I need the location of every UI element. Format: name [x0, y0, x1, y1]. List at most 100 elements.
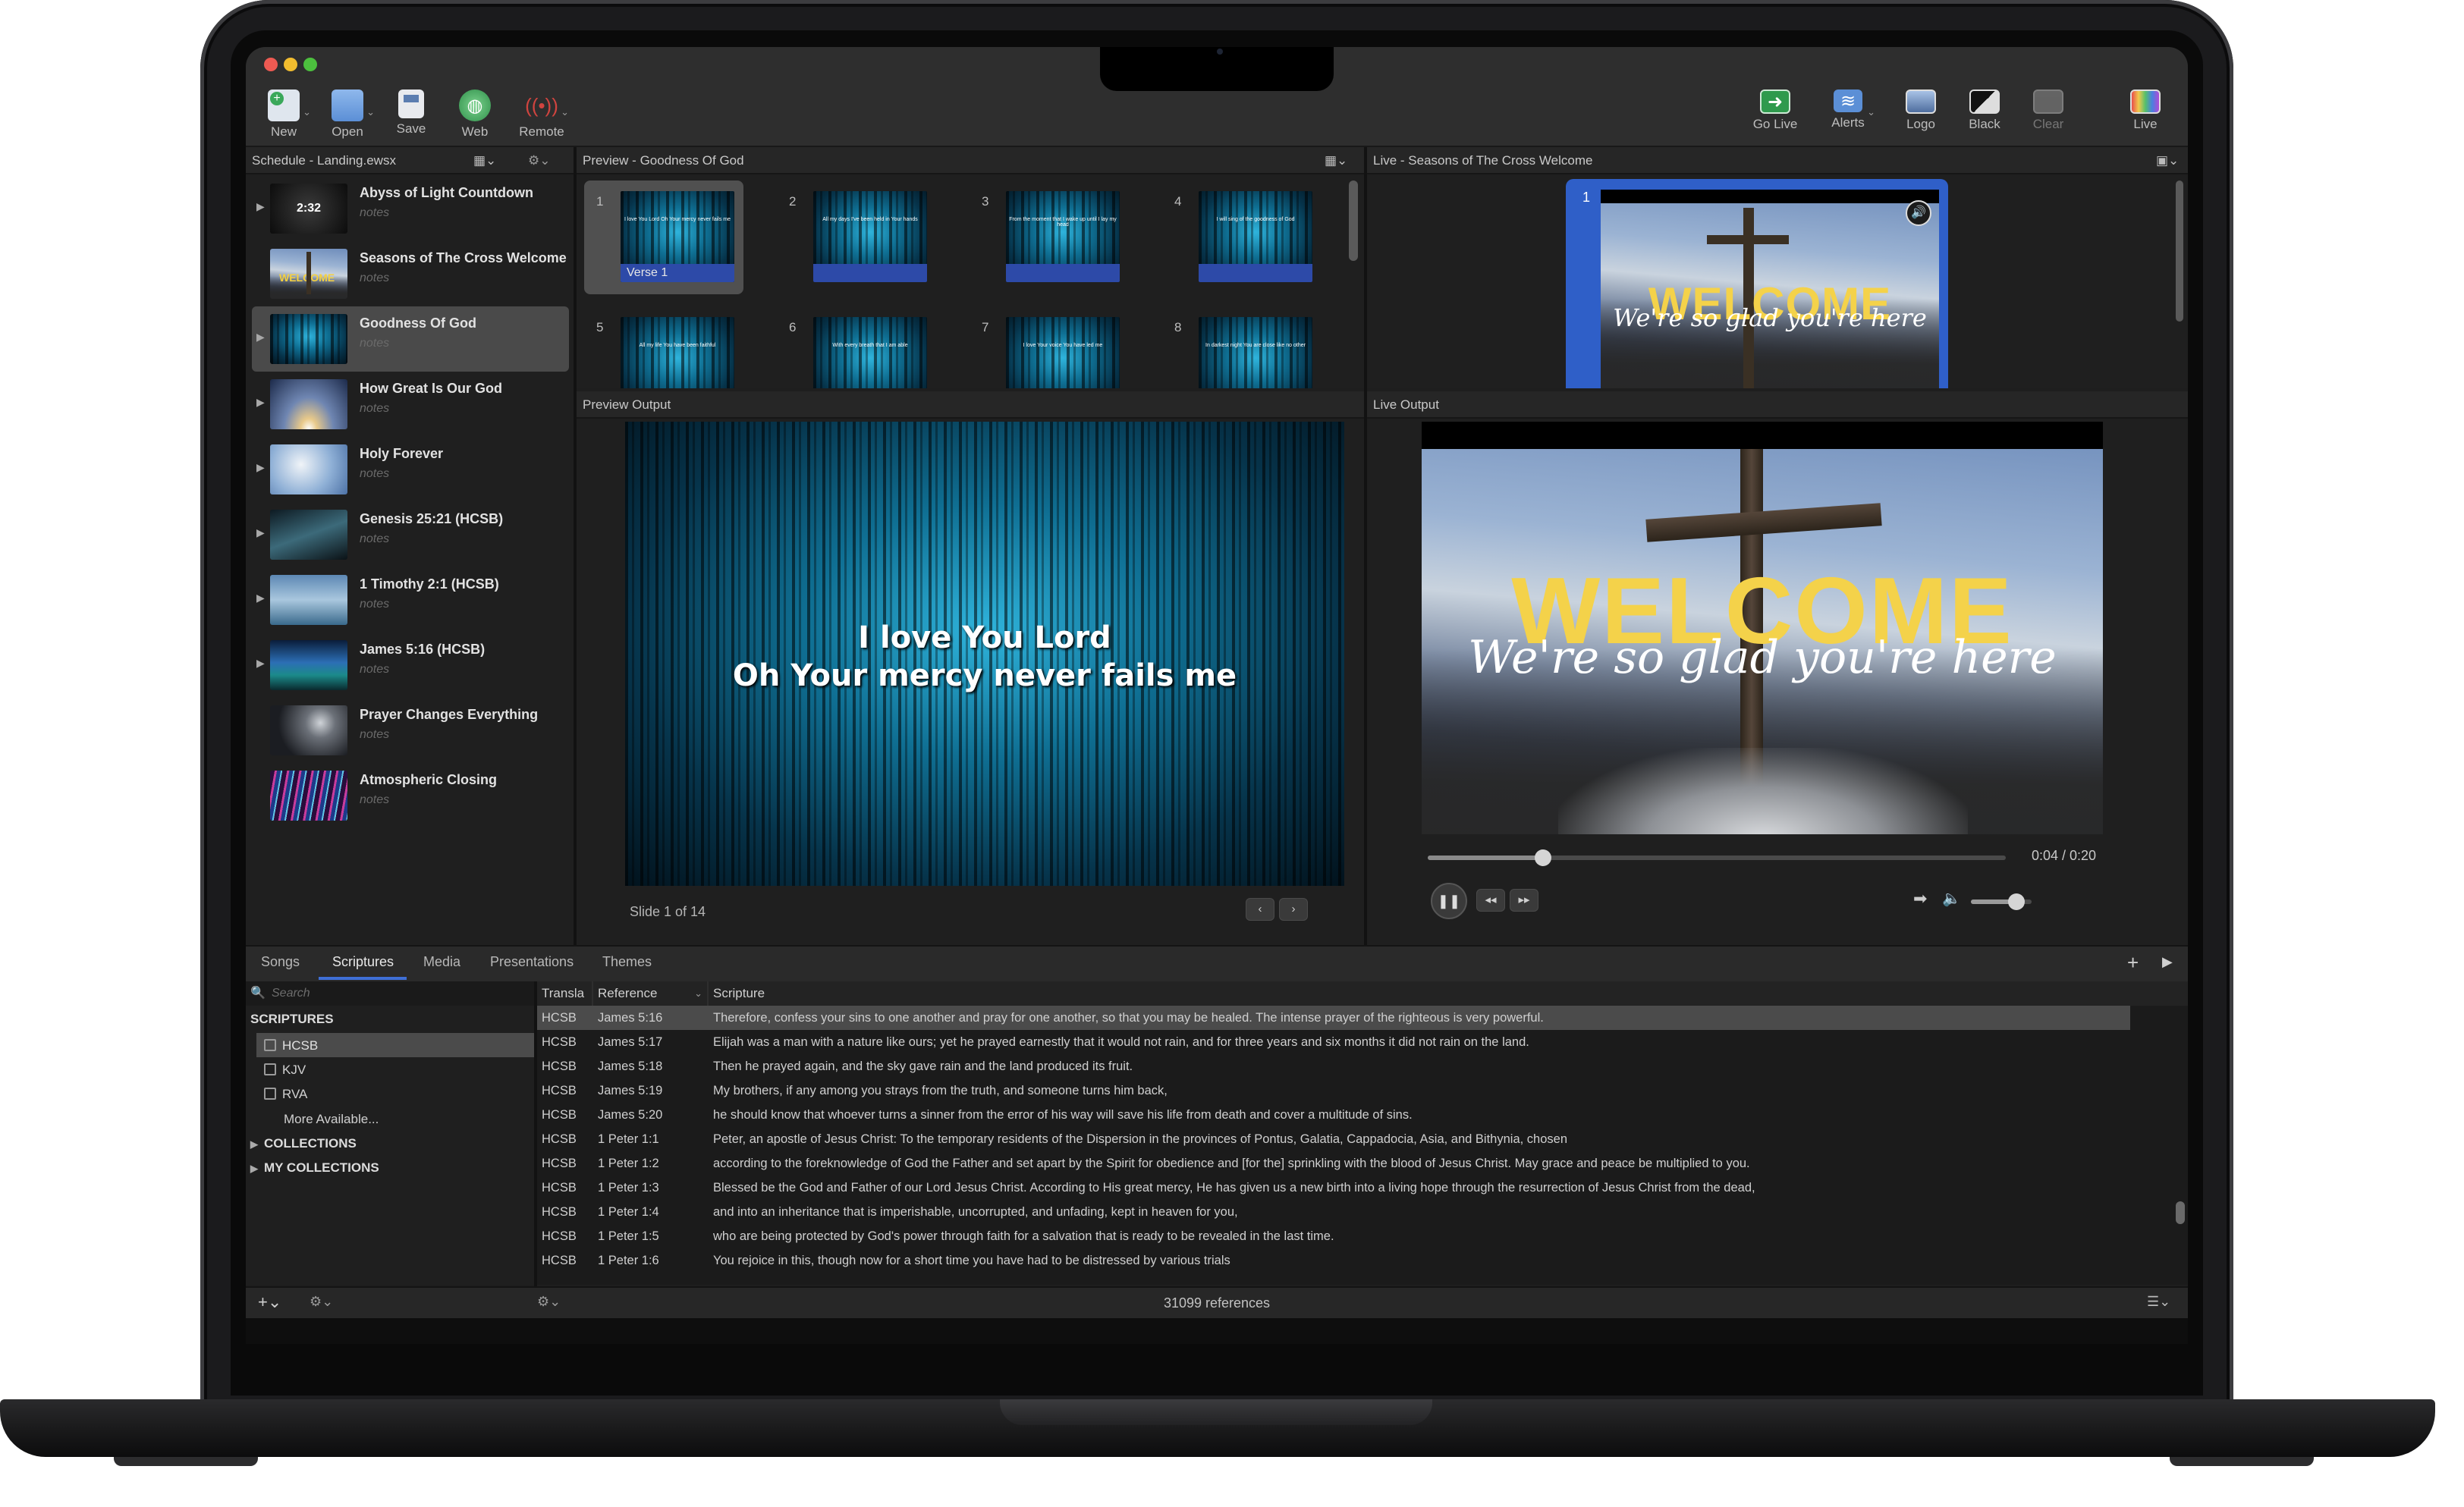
table-row[interactable]: HCSB 1 Peter 1:3 Blessed be the God and Fa…	[537, 1176, 2130, 1200]
tab-media[interactable]: Media	[423, 954, 460, 970]
new-button[interactable]: + ⌄ New	[252, 85, 316, 144]
tab-presentations[interactable]: Presentations	[490, 954, 574, 970]
disclosure-arrow-icon[interactable]: ▶	[256, 461, 265, 474]
pause-button[interactable]: ❚❚	[1431, 883, 1467, 919]
slide-thumbnail[interactable]: 3 From the moment that I wake up until I…	[970, 181, 1129, 294]
slide-label	[813, 264, 927, 282]
slide-thumbnail[interactable]: 5 All my life You have been faithful	[584, 306, 743, 388]
schedule-item[interactable]: Prayer Changes Everything notes	[252, 698, 569, 763]
camera-icon	[1217, 49, 1223, 55]
go-live-button[interactable]: ➜ Go Live	[1743, 85, 1807, 144]
collections-group[interactable]: ▶ COLLECTIONS	[250, 1136, 357, 1151]
next-slide-button[interactable]: ›	[1279, 898, 1308, 921]
schedule-item[interactable]: ▶ How Great Is Our God notes	[252, 372, 569, 437]
disclosure-arrow-icon[interactable]: ▶	[256, 657, 265, 670]
volume-handle[interactable]	[2008, 893, 2025, 910]
table-scrollbar[interactable]	[2176, 1201, 2185, 1224]
schedule-item[interactable]: Atmospheric Closing notes	[252, 763, 569, 828]
presentation-thumbnail	[270, 705, 347, 755]
open-button[interactable]: ⌄ Open	[316, 85, 379, 144]
disclosure-arrow-icon[interactable]: ▶	[256, 396, 265, 409]
table-row-selected[interactable]: HCSB James 5:16 Therefore, confess your si…	[537, 1006, 2130, 1030]
live-slides-grid: 1 WELCOME We're so glad you're here 🔊	[1367, 174, 2188, 388]
disclosure-arrow-icon[interactable]: ▶	[256, 592, 265, 604]
schedule-title: Schedule - Landing.ewsx	[252, 153, 396, 168]
column-header-reference[interactable]: Reference ⌄	[593, 981, 709, 1006]
schedule-item[interactable]: ▶ Holy Forever notes	[252, 437, 569, 502]
slides-scrollbar[interactable]	[1349, 181, 1358, 261]
list-view-icon[interactable]: ☰⌄	[2147, 1294, 2170, 1310]
grid-view-icon[interactable]: ▦⌄	[473, 147, 496, 174]
table-row[interactable]: HCSB 1 Peter 1:4 and into an inheritance t…	[537, 1200, 2130, 1224]
table-row[interactable]: HCSB James 5:19 My brothers, if any among …	[537, 1078, 2130, 1103]
tab-themes[interactable]: Themes	[602, 954, 652, 970]
audio-icon[interactable]: 🔊	[1906, 200, 1931, 226]
tab-songs[interactable]: Songs	[261, 954, 300, 970]
gear-icon[interactable]: ⚙⌄	[528, 147, 550, 174]
table-row[interactable]: HCSB 1 Peter 1:1 Peter, an apostle of Jesu…	[537, 1127, 2130, 1151]
slide-thumbnail-selected[interactable]: 1 I love You Lord Oh Your mercy never fa…	[584, 181, 743, 294]
column-header-scripture[interactable]: Scripture	[709, 981, 2188, 1006]
slide-thumbnail[interactable]: 2 All my days I've been held in Your han…	[777, 181, 936, 294]
live-slides-scrollbar[interactable]	[2176, 181, 2183, 322]
schedule-item-selected[interactable]: ▶ Goodness Of God notes	[252, 306, 569, 372]
live-thumb-subtitle: We're so glad you're here	[1613, 303, 1927, 332]
logo-button[interactable]: Logo	[1889, 85, 1953, 144]
schedule-item[interactable]: WELCOME Seasons of The Cross Welcome not…	[252, 241, 569, 306]
display-menu-icon[interactable]: ▣⌄	[2156, 147, 2179, 174]
alerts-button[interactable]: ≋ ⌄ Alerts	[1816, 85, 1880, 144]
disclosure-arrow-icon[interactable]: ▶	[256, 331, 265, 344]
translation-item-selected[interactable]: HCSB	[256, 1033, 534, 1057]
grid-view-icon[interactable]: ▦⌄	[1325, 147, 1347, 174]
web-button[interactable]: ◍ Web	[443, 85, 507, 144]
playback-progress-track[interactable]	[1428, 849, 2006, 866]
schedule-item[interactable]: ▶ 1 Timothy 2:1 (HCSB) notes	[252, 567, 569, 633]
table-row[interactable]: HCSB James 5:18 Then he prayed again, and …	[537, 1054, 2130, 1078]
table-row[interactable]: HCSB 1 Peter 1:5 who are being protected b…	[537, 1224, 2130, 1248]
translation-cell: HCSB	[542, 1011, 577, 1025]
add-icon[interactable]: +	[2127, 951, 2139, 975]
schedule-item[interactable]: ▶ Genesis 25:21 (HCSB) notes	[252, 502, 569, 567]
my-collections-group[interactable]: ▶ MY COLLECTIONS	[250, 1160, 379, 1176]
column-header-translation[interactable]: Transla	[537, 981, 593, 1006]
live-slide-thumbnail-selected[interactable]: 1 WELCOME We're so glad you're here 🔊	[1566, 179, 1948, 388]
playback-scrubber-handle[interactable]	[1535, 849, 1552, 866]
rewind-button[interactable]: ◂◂	[1476, 889, 1505, 912]
previous-slide-button[interactable]: ‹	[1246, 898, 1274, 921]
table-row[interactable]: HCSB James 5:17 Elijah was a man with a na…	[537, 1030, 2130, 1054]
more-available-link[interactable]: More Available...	[284, 1112, 379, 1127]
table-row[interactable]: HCSB 1 Peter 1:6 You rejoice in this, thou…	[537, 1248, 2130, 1273]
play-icon[interactable]: ▶	[2162, 954, 2173, 970]
close-window-button[interactable]	[264, 58, 278, 71]
disclosure-arrow-icon[interactable]: ▶	[256, 200, 265, 213]
remote-button[interactable]: ((•)) ⌄ Remote	[510, 85, 574, 144]
active-tab-indicator	[319, 977, 407, 980]
slide-thumbnail[interactable]: 8 In darkest night You are close like no…	[1162, 306, 1322, 388]
output-route-icon[interactable]: ➡	[1913, 889, 1927, 909]
fast-forward-button[interactable]: ▸▸	[1510, 889, 1538, 912]
schedule-item-notes: notes	[360, 728, 390, 741]
black-button[interactable]: Black	[1953, 85, 2016, 144]
library-tabs: Songs Scriptures Media Presentations The…	[246, 945, 2188, 983]
volume-slider[interactable]	[1971, 893, 2032, 910]
zoom-window-button[interactable]	[303, 58, 317, 71]
schedule-item[interactable]: ▶ James 5:16 (HCSB) notes	[252, 633, 569, 698]
table-row[interactable]: HCSB 1 Peter 1:2 according to the foreknow…	[537, 1151, 2130, 1176]
minimize-window-button[interactable]	[284, 58, 297, 71]
tab-scriptures[interactable]: Scriptures	[332, 954, 394, 970]
preview-output-screen[interactable]: I love You Lord Oh Your mercy never fail…	[625, 422, 1344, 886]
slide-image: I love You Lord Oh Your mercy never fail…	[621, 191, 734, 282]
translation-item[interactable]: KJV	[264, 1063, 306, 1078]
clear-button[interactable]: Clear	[2016, 85, 2080, 144]
translation-item[interactable]: RVA	[264, 1087, 307, 1102]
slide-thumbnail[interactable]: 7 I love Your voice You have led me	[970, 306, 1129, 388]
disclosure-arrow-icon[interactable]: ▶	[256, 526, 265, 539]
live-button[interactable]: Live	[2115, 85, 2176, 144]
slide-thumbnail[interactable]: 4 I will sing of the goodness of God	[1162, 181, 1322, 294]
schedule-item[interactable]: ▶ 2:32 Abyss of Light Countdown notes	[252, 176, 569, 241]
slide-image: I will sing of the goodness of God	[1199, 191, 1312, 282]
slide-thumbnail[interactable]: 6 With every breath that I am able	[777, 306, 936, 388]
table-row[interactable]: HCSB James 5:20 he should know that whoeve…	[537, 1103, 2130, 1127]
search-field[interactable]: 🔍 Search	[246, 981, 534, 1006]
save-button[interactable]: Save	[379, 85, 443, 144]
